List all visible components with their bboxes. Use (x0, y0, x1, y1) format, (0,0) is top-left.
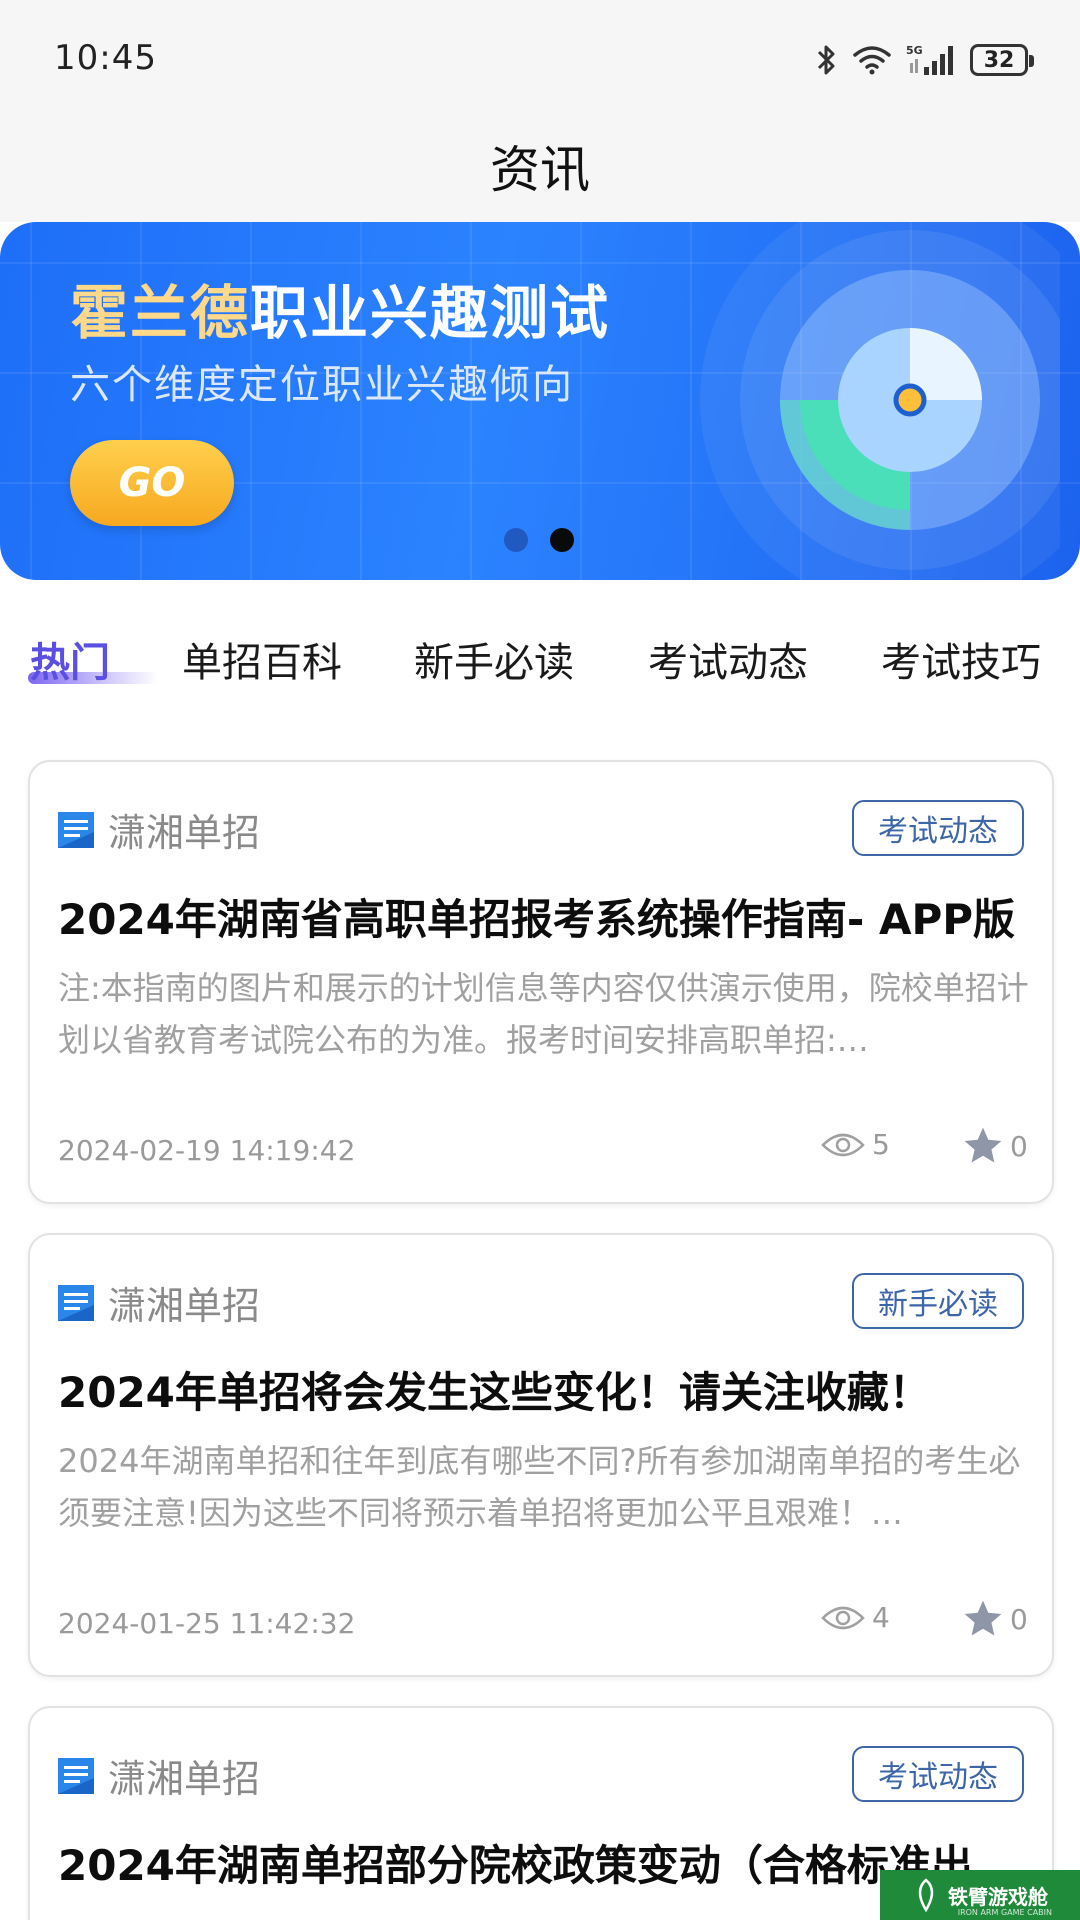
source-logo-icon (58, 1284, 94, 1321)
article-date: 2024-01-25 11:42:32 (58, 1607, 356, 1640)
eye-icon (821, 1133, 865, 1156)
tab-exam-news[interactable]: 考试动态 (648, 630, 808, 688)
status-bar: 10:45 5G 32 (0, 0, 1080, 110)
bluetooth-icon (817, 45, 835, 75)
carousel-dot[interactable] (504, 528, 528, 552)
view-count-value: 5 (872, 1128, 890, 1161)
source-name: 潇湘单招 (108, 1284, 261, 1328)
wifi-icon (853, 46, 891, 75)
watermark-logo: 铁臂游戏舱 IRON ARM GAME CABIN (880, 1870, 1080, 1920)
favorite-count-value: 0 (1010, 1129, 1028, 1163)
view-count-value: 4 (872, 1601, 890, 1634)
article-card[interactable]: 潇湘单招 新手必读 2024年单招将会发生这些变化！请关注收藏！ 2024年湖南… (28, 1233, 1054, 1677)
category-tag[interactable]: 考试动态 (852, 1746, 1024, 1802)
status-icons: 5G 32 (816, 40, 1034, 80)
battery-icon: 32 (970, 44, 1034, 76)
banner-title-highlight: 霍兰德 (70, 279, 251, 347)
banner-title-rest: 职业兴趣测试 (250, 279, 611, 347)
category-tag[interactable]: 考试动态 (852, 800, 1024, 856)
page-title: 资讯 (490, 141, 590, 199)
article-source: 潇湘单招 (58, 802, 260, 857)
category-tag[interactable]: 新手必读 (852, 1273, 1024, 1329)
watermark-text: 铁臂游戏舱 (948, 1884, 1048, 1909)
tab-exam-tips[interactable]: 考试技巧 (881, 630, 1041, 688)
article-source: 潇湘单招 (58, 1275, 260, 1330)
source-name: 潇湘单招 (108, 811, 261, 855)
category-tabs: 热门 单招百科 新手必读 考试动态 考试技巧 (0, 630, 1080, 690)
source-logo-icon (58, 1757, 94, 1794)
svg-text:5G: 5G (906, 44, 923, 57)
view-count: 4 (820, 1601, 890, 1634)
article-card[interactable]: 潇湘单招 考试动态 2024年湖南省高职单招报考系统操作指南- APP版 注:本… (28, 760, 1054, 1204)
cellular-signal-icon: 5G (906, 44, 953, 75)
banner-subtitle: 六个维度定位职业兴趣倾向 (70, 362, 574, 408)
status-time: 10:45 (54, 38, 157, 78)
favorite-count-value: 0 (1010, 1602, 1028, 1636)
article-title: 2024年单招将会发生这些变化！请关注收藏！ (58, 1368, 931, 1417)
banner-carousel[interactable]: 霍兰德职业兴趣测试 六个维度定位职业兴趣倾向 GO (0, 222, 1080, 580)
source-name: 潇湘单招 (108, 1757, 261, 1801)
banner-title: 霍兰德职业兴趣测试 (70, 266, 610, 350)
star-icon[interactable] (960, 1597, 1006, 1641)
carousel-indicator (504, 528, 574, 552)
watermark-subtext: IRON ARM GAME CABIN (957, 1908, 1052, 1917)
article-title: 2024年湖南省高职单招报考系统操作指南- APP版 (58, 895, 1016, 944)
go-button[interactable]: GO (70, 440, 234, 526)
article-source: 潇湘单招 (58, 1748, 260, 1803)
eye-icon (821, 1606, 865, 1629)
star-icon[interactable] (960, 1124, 1006, 1168)
tab-encyclopedia[interactable]: 单招百科 (182, 630, 342, 688)
carousel-dot-active[interactable] (550, 528, 574, 552)
article-summary: 注:本指南的图片和展示的计划信息等内容仅供演示使用，院校单招计划以省教育考试院公… (58, 969, 1029, 1059)
view-count: 5 (820, 1128, 890, 1161)
leaf-icon (918, 1878, 934, 1912)
tab-hot[interactable]: 热门 (30, 630, 110, 688)
screen: 10:45 5G 32 资讯 霍兰德职业兴趣测试 六个维度定位职业兴趣倾向 GO… (0, 0, 1080, 1920)
article-summary: 2024年湖南单招和往年到底有哪些不同?所有参加湖南单招的考生必须要注意!因为这… (58, 1442, 1021, 1532)
favorite-count[interactable]: 0 (960, 1124, 1028, 1168)
tab-beginner[interactable]: 新手必读 (414, 630, 574, 688)
article-date: 2024-02-19 14:19:42 (58, 1134, 356, 1167)
radar-chart-illustration (700, 222, 1060, 580)
source-logo-icon (58, 811, 94, 848)
battery-level: 32 (983, 47, 1015, 73)
favorite-count[interactable]: 0 (960, 1597, 1028, 1641)
title-bar: 资讯 (0, 110, 1080, 222)
